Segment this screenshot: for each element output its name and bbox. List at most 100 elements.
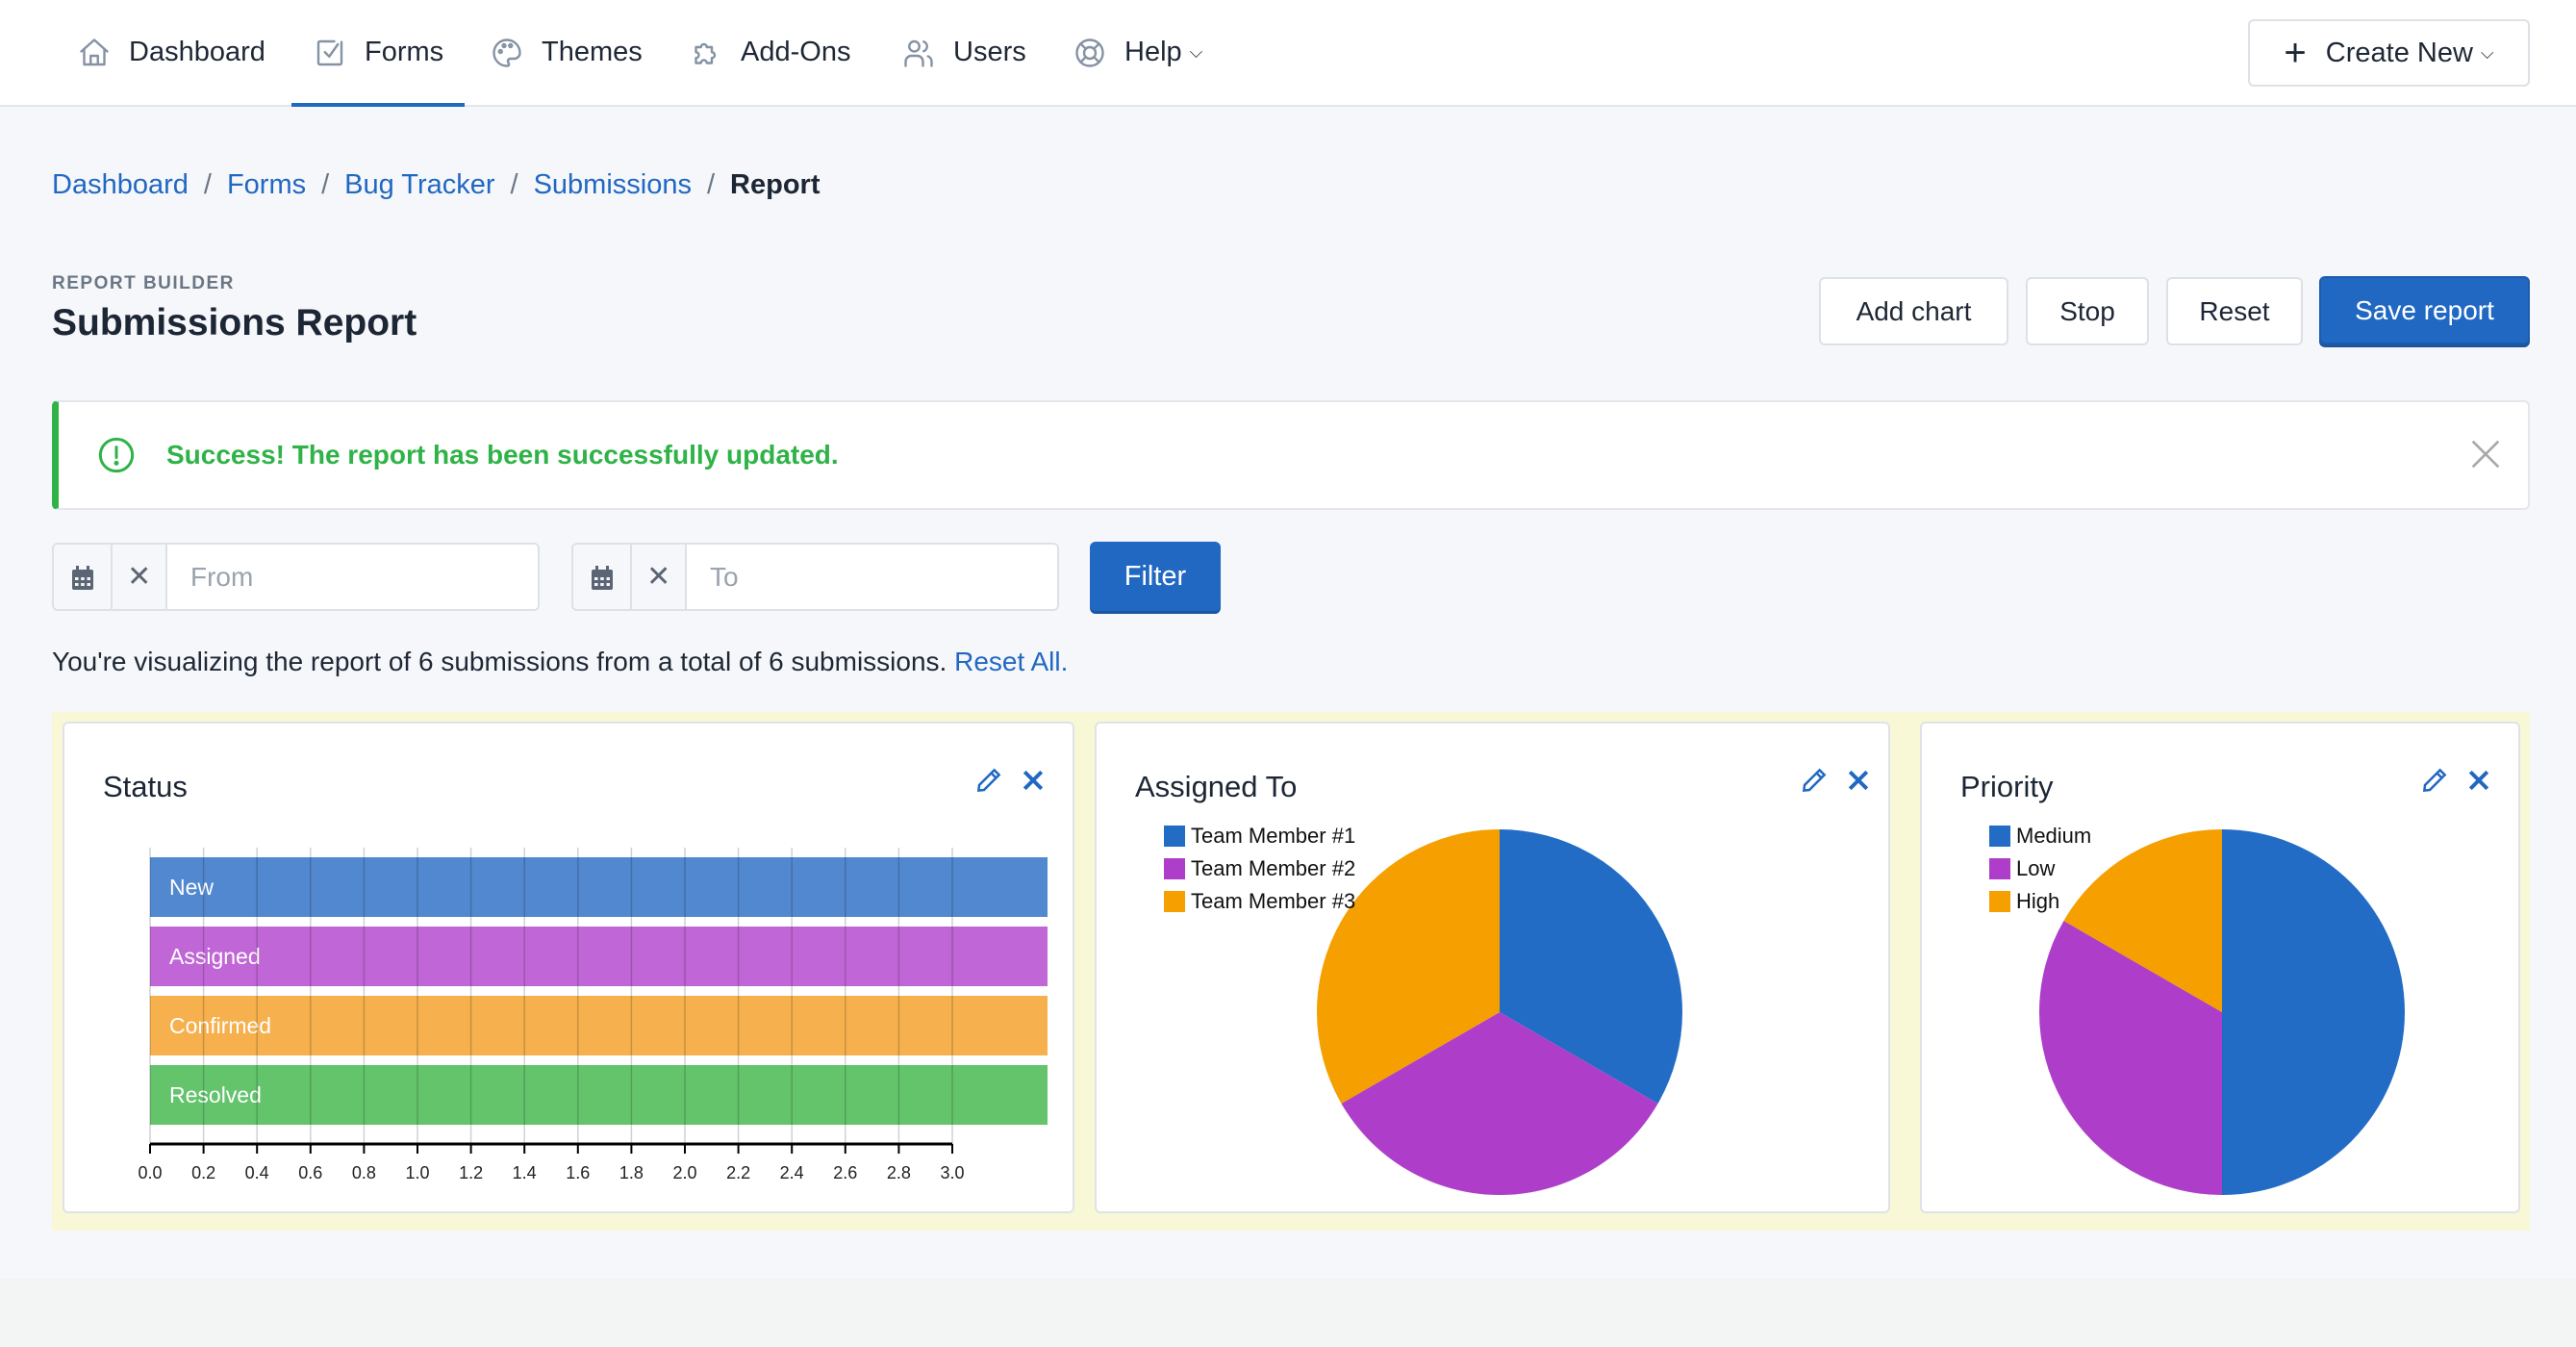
x-tick-label: 1.4 bbox=[513, 1163, 537, 1182]
success-alert: Success! The report has been successfull… bbox=[52, 400, 2530, 510]
breadcrumb-submissions[interactable]: Submissions bbox=[534, 169, 692, 201]
summary-text: You're visualizing the report of 6 submi… bbox=[52, 647, 947, 676]
nav-item-dashboard[interactable]: Dashboard bbox=[77, 0, 265, 105]
legend-label: Medium bbox=[2016, 824, 2091, 848]
from-date-field: ✕ bbox=[52, 543, 540, 611]
breadcrumb-bug-tracker[interactable]: Bug Tracker bbox=[344, 169, 494, 201]
x-tick-label: 0.8 bbox=[352, 1163, 376, 1182]
create-new-label: Create New bbox=[2325, 37, 2473, 68]
palette-icon bbox=[492, 38, 521, 67]
x-tick-label: 2.8 bbox=[887, 1163, 911, 1182]
nav-item-users[interactable]: Users bbox=[901, 0, 1026, 105]
nav-item-themes[interactable]: Themes bbox=[490, 0, 643, 105]
page-footer-band bbox=[0, 1279, 2576, 1347]
alert-message: Success! The report has been successfull… bbox=[166, 440, 839, 470]
x-tick-label: 2.0 bbox=[672, 1163, 696, 1182]
bar-confirmed[interactable] bbox=[150, 996, 1048, 1055]
chart-panel-priority: Priority Medium Low High bbox=[1920, 722, 2520, 1213]
close-icon[interactable] bbox=[2470, 439, 2501, 470]
nav-item-help[interactable]: Help ⌵ bbox=[1073, 0, 1202, 105]
calendar-icon bbox=[71, 565, 93, 590]
assigned-to-pie-chart: Team Member #1 Team Member #2 Team Member … bbox=[1164, 824, 1682, 1195]
bar-assigned[interactable] bbox=[150, 927, 1048, 986]
nav-item-forms[interactable]: Forms bbox=[290, 0, 466, 107]
to-date-field: ✕ bbox=[571, 543, 1059, 611]
x-tick-label: 2.4 bbox=[780, 1163, 804, 1182]
submissions-summary: You're visualizing the report of 6 submi… bbox=[52, 647, 1068, 677]
top-navigation: Dashboard Forms Themes Add-Ons Users Hel… bbox=[0, 0, 2576, 107]
x-tick-label: 1.6 bbox=[566, 1163, 590, 1182]
reset-button[interactable]: Reset bbox=[2166, 277, 2303, 345]
create-new-button[interactable]: + Create New ⌵ bbox=[2248, 19, 2530, 87]
legend-label: Team Member #2 bbox=[1191, 856, 1355, 880]
breadcrumb-separator: / bbox=[321, 169, 330, 200]
legend-swatch bbox=[1164, 826, 1185, 847]
chart-panel-assigned-to: Assigned To Team Member #1 Team Member #2… bbox=[1095, 722, 1890, 1213]
chart-panel-status: Status New Assigned Confirmed Resolved 0.0 0.… bbox=[63, 722, 1074, 1213]
legend-swatch bbox=[1164, 858, 1185, 879]
x-tick-label: 2.6 bbox=[833, 1163, 857, 1182]
users-icon bbox=[904, 39, 933, 67]
x-tick-label: 1.2 bbox=[459, 1163, 483, 1182]
breadcrumb-forms[interactable]: Forms bbox=[227, 169, 306, 201]
home-icon bbox=[80, 38, 109, 65]
breadcrumb: Dashboard / Forms / Bug Tracker / Submis… bbox=[52, 169, 821, 201]
page-eyebrow: REPORT BUILDER bbox=[52, 273, 235, 293]
to-clear-button[interactable]: ✕ bbox=[632, 545, 687, 609]
priority-pie-chart: Medium Low High bbox=[1989, 824, 2405, 1195]
nav-label: Forms bbox=[365, 37, 444, 67]
x-tick-label: 1.8 bbox=[619, 1163, 644, 1182]
save-report-button[interactable]: Save report bbox=[2319, 276, 2530, 344]
nav-label: Add-Ons bbox=[741, 37, 851, 67]
bar-resolved[interactable] bbox=[150, 1065, 1048, 1125]
reset-all-link[interactable]: Reset All. bbox=[954, 647, 1068, 676]
from-clear-button[interactable]: ✕ bbox=[113, 545, 167, 609]
x-tick-label: 0.0 bbox=[138, 1163, 162, 1182]
chevron-down-icon: ⌵ bbox=[2480, 42, 2494, 63]
breadcrumb-separator: / bbox=[510, 169, 518, 200]
breadcrumb-current: Report bbox=[730, 169, 821, 200]
clear-icon: ✕ bbox=[646, 561, 671, 593]
stop-button[interactable]: Stop bbox=[2026, 277, 2149, 345]
checkbox-icon bbox=[316, 39, 343, 65]
legend-label: Team Member #1 bbox=[1191, 824, 1355, 848]
legend-label: High bbox=[2016, 889, 2059, 913]
from-calendar-button[interactable] bbox=[54, 545, 114, 609]
nav-label: Users bbox=[953, 37, 1026, 67]
x-tick-label: 0.2 bbox=[191, 1163, 215, 1182]
page-title: Submissions Report bbox=[52, 302, 417, 343]
breadcrumb-dashboard[interactable]: Dashboard bbox=[52, 169, 189, 201]
nav-label: Dashboard bbox=[129, 37, 265, 67]
bar-label: Resolved bbox=[169, 1082, 262, 1107]
legend-swatch bbox=[1164, 891, 1185, 912]
chevron-down-icon: ⌵ bbox=[1189, 42, 1203, 62]
x-tick-label: 3.0 bbox=[940, 1163, 964, 1182]
nav-label: Help bbox=[1124, 37, 1182, 67]
bar-new[interactable] bbox=[150, 857, 1048, 917]
x-tick-label: 0.6 bbox=[298, 1163, 322, 1182]
to-calendar-button[interactable] bbox=[573, 545, 633, 609]
filter-button[interactable]: Filter bbox=[1090, 542, 1221, 611]
x-tick-label: 0.4 bbox=[245, 1163, 269, 1182]
to-date-input[interactable] bbox=[687, 545, 1057, 609]
alert-circle-icon bbox=[98, 437, 135, 473]
status-bar-chart: New Assigned Confirmed Resolved 0.0 0.2 0.4 0.6… bbox=[138, 848, 1048, 1182]
bar-label: Confirmed bbox=[169, 1013, 271, 1038]
pie-slice-medium[interactable] bbox=[2222, 829, 2405, 1195]
legend-swatch bbox=[1989, 826, 2010, 847]
bar-label: Assigned bbox=[169, 944, 261, 969]
lifebuoy-icon bbox=[1075, 38, 1104, 67]
puzzle-icon bbox=[695, 42, 717, 64]
clear-icon: ✕ bbox=[127, 561, 152, 593]
x-tick-label: 2.2 bbox=[726, 1163, 750, 1182]
legend-swatch bbox=[1989, 891, 2010, 912]
nav-item-add-ons[interactable]: Add-Ons bbox=[689, 0, 850, 105]
bar-label: New bbox=[169, 875, 214, 900]
x-tick-label: 1.0 bbox=[405, 1163, 429, 1182]
breadcrumb-separator: / bbox=[706, 169, 716, 200]
add-chart-button[interactable]: Add chart bbox=[1819, 277, 2008, 345]
calendar-icon bbox=[591, 565, 613, 590]
legend-swatch bbox=[1989, 858, 2010, 879]
from-date-input[interactable] bbox=[167, 545, 538, 609]
legend-label: Low bbox=[2016, 856, 2055, 880]
